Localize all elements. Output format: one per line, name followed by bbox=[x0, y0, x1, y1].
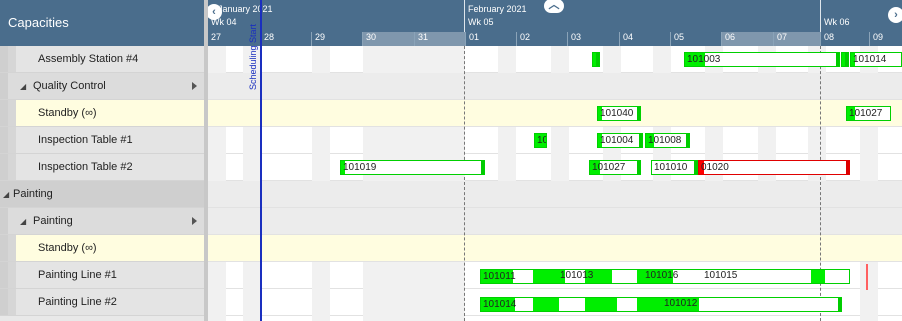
month-label: February 2021 bbox=[468, 4, 527, 14]
day-cell: 02 bbox=[516, 32, 567, 46]
capacities-header: Capacities bbox=[0, 0, 204, 46]
scheduling-start-line[interactable] bbox=[260, 0, 262, 321]
day-cell: 30 bbox=[362, 32, 414, 46]
capacity-label: Painting bbox=[33, 215, 73, 227]
task-bar[interactable]: 101027 bbox=[846, 106, 891, 121]
week-separator bbox=[464, 46, 465, 321]
task-label: 101013 bbox=[560, 270, 594, 281]
task-bar[interactable]: 101010 bbox=[651, 160, 698, 175]
collapse-up-icon[interactable]: ︿ bbox=[544, 0, 564, 13]
timeline-row bbox=[208, 208, 902, 235]
capacity-row-standby[interactable]: Standby (∞) bbox=[0, 100, 204, 127]
day-cell: 09 bbox=[869, 32, 902, 46]
day-cell: 04 bbox=[619, 32, 670, 46]
capacity-subgroup-painting[interactable]: ◢ Painting bbox=[0, 208, 204, 235]
expand-arrow-icon[interactable] bbox=[192, 82, 197, 90]
task-bar[interactable]: 101027 bbox=[589, 160, 641, 175]
capacity-label: Standby (∞) bbox=[38, 107, 97, 119]
capacity-row-painting-line-2[interactable]: Painting Line #2 bbox=[0, 289, 204, 316]
capacity-group-quality-control[interactable]: ◢ Quality Control bbox=[0, 73, 204, 100]
task-bar[interactable]: 101014 bbox=[480, 297, 842, 312]
week-label: Wk 06 bbox=[824, 17, 850, 27]
deadline-marker bbox=[866, 264, 868, 290]
task-bar[interactable]: 101003 bbox=[684, 52, 840, 67]
capacity-label: Assembly Station #4 bbox=[38, 53, 139, 65]
capacity-row-painting-line-1[interactable]: Painting Line #1 bbox=[0, 262, 204, 289]
timeline-row bbox=[208, 100, 902, 127]
capacity-row-inspection-table-1[interactable]: Inspection Table #1 bbox=[0, 127, 204, 154]
day-cell: 07 bbox=[773, 32, 820, 46]
task-bar[interactable] bbox=[592, 52, 600, 67]
day-cell: 28 bbox=[260, 32, 311, 46]
task-bar[interactable]: 101019 bbox=[340, 160, 485, 175]
timeline-row bbox=[208, 73, 902, 100]
timeline-row bbox=[208, 181, 902, 208]
week-label: Wk 04 bbox=[211, 17, 237, 27]
capacity-row-inspection-table-2[interactable]: Inspection Table #2 bbox=[0, 154, 204, 181]
task-bar[interactable]: 10 bbox=[534, 133, 547, 148]
timeline-row bbox=[208, 235, 902, 262]
capacity-label: Quality Control bbox=[33, 80, 106, 92]
scheduling-start-label: Scheduling Start bbox=[248, 23, 258, 90]
day-cell: 06 bbox=[721, 32, 773, 46]
day-cell: 03 bbox=[567, 32, 619, 46]
expand-arrow-icon[interactable] bbox=[192, 217, 197, 225]
day-cell: 31 bbox=[414, 32, 465, 46]
day-cell: 08 bbox=[820, 32, 869, 46]
task-bar[interactable]: 101040 bbox=[597, 106, 641, 121]
day-cell: 01 bbox=[465, 32, 516, 46]
capacity-group-painting[interactable]: ◢ Painting bbox=[0, 181, 204, 208]
capacity-label: Painting Line #2 bbox=[38, 296, 117, 308]
task-label: 101016 bbox=[645, 270, 679, 281]
capacity-label: Inspection Table #2 bbox=[38, 161, 133, 173]
capacity-label: Painting bbox=[13, 188, 53, 200]
day-cell: 05 bbox=[670, 32, 721, 46]
day-cell: 29 bbox=[311, 32, 362, 46]
capacity-label: Inspection Table #1 bbox=[38, 134, 133, 146]
task-bar[interactable]: 101008 bbox=[645, 133, 690, 148]
capacity-label: Standby (∞) bbox=[38, 242, 97, 254]
collapse-triangle-icon[interactable]: ◢ bbox=[20, 217, 26, 226]
task-label: 101015 bbox=[704, 270, 738, 281]
timeline-header: ‹ January 2021 February 2021 ︿ › Wk 04 W… bbox=[208, 0, 902, 46]
capacity-row-assembly-station-4[interactable]: Assembly Station #4 bbox=[0, 46, 204, 73]
scroll-right-icon[interactable]: › bbox=[888, 7, 902, 23]
collapse-triangle-icon[interactable]: ◢ bbox=[20, 82, 26, 91]
task-bar[interactable]: 101004 bbox=[597, 133, 643, 148]
month-label: January 2021 bbox=[218, 4, 273, 14]
capacities-panel: Capacities Assembly Station #4 ◢ Quality… bbox=[0, 0, 204, 321]
task-bar-late[interactable]: 01020 bbox=[698, 160, 850, 175]
week-label: Wk 05 bbox=[468, 17, 494, 27]
capacity-label: Painting Line #1 bbox=[38, 269, 117, 281]
gantt-scheduler: Capacities Assembly Station #4 ◢ Quality… bbox=[0, 0, 902, 321]
task-bar[interactable] bbox=[841, 52, 849, 67]
timeline-area: ‹ January 2021 February 2021 ︿ › Wk 04 W… bbox=[208, 0, 902, 321]
task-bar[interactable]: 101014 bbox=[850, 52, 902, 67]
collapse-triangle-icon[interactable]: ◢ bbox=[3, 190, 9, 199]
capacity-row-standby-painting[interactable]: Standby (∞) bbox=[0, 235, 204, 262]
task-label: 101012 bbox=[664, 298, 698, 309]
